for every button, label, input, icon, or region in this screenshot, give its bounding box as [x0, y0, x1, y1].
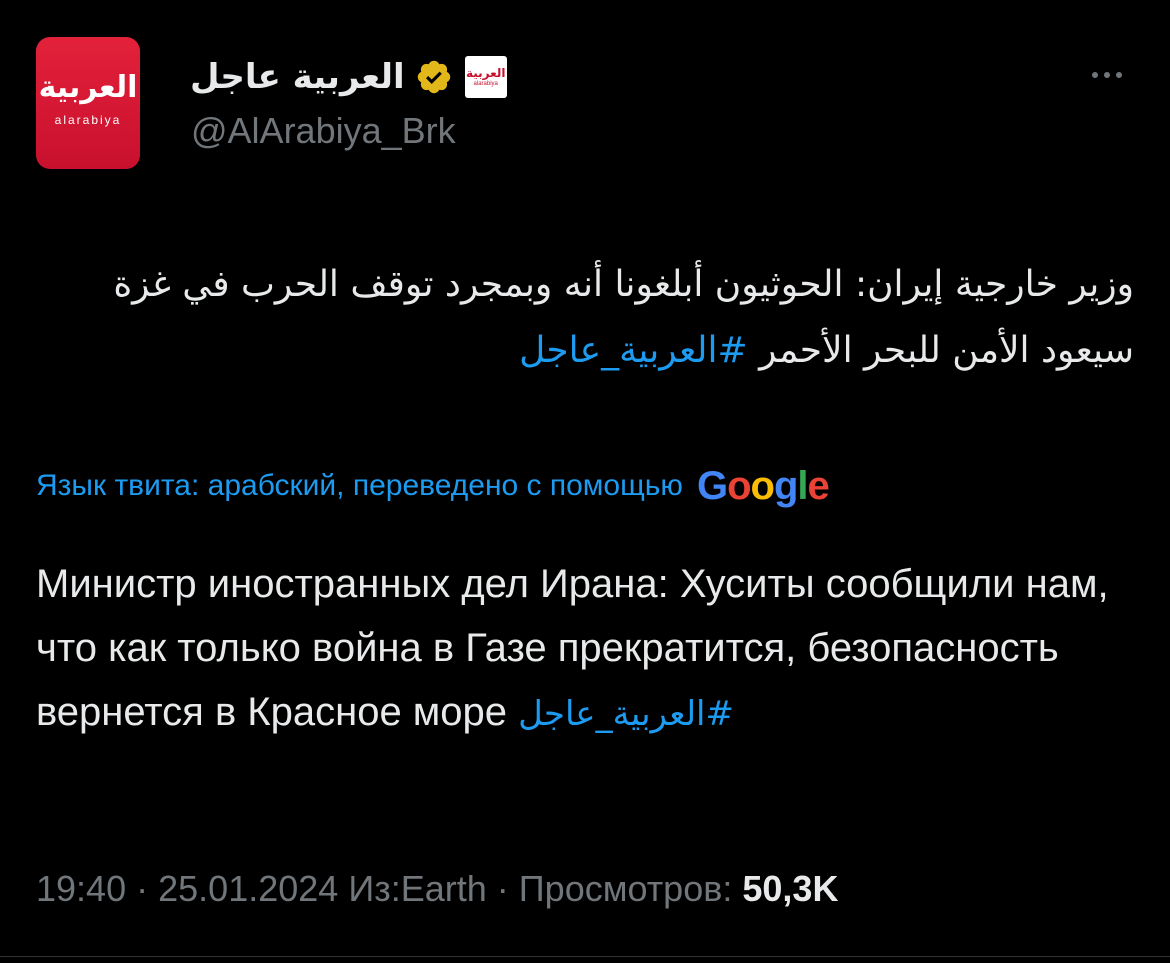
more-dot: [1092, 72, 1098, 78]
meta-separator: ·: [496, 868, 509, 909]
author-avatar[interactable]: العربية alarabiya: [36, 37, 140, 169]
affiliate-logo-latin: alarabiya: [473, 81, 498, 87]
tweet-text-original: وزير خارجية إيران: الحوثيون أبلغونا أنه …: [36, 252, 1134, 384]
affiliate-logo-arabic: العربية: [465, 66, 506, 80]
tweet-text-translated: Министр иностранных дел Ирана: Хуситы со…: [36, 552, 1136, 746]
translation-notice-text: Язык твита: арабский, переведено с помощ…: [36, 469, 683, 502]
author-handle[interactable]: @AlArabiya_Brk: [191, 110, 456, 152]
tweet-time[interactable]: 19:40: [36, 868, 126, 909]
tweet-meta: 19:40 · 25.01.2024 Из:Earth · Просмотров…: [36, 868, 838, 910]
translated-hashtag-link[interactable]: #العربية_عاجل: [518, 694, 734, 734]
divider: [0, 956, 1170, 957]
google-logo: Google: [696, 464, 830, 508]
avatar-logo-arabic: العربية: [38, 70, 138, 105]
meta-separator: ·: [136, 868, 149, 909]
hashtag-link[interactable]: #العربية_عاجل: [519, 330, 748, 371]
avatar-logo-latin: alarabiya: [54, 113, 122, 127]
tweet-date[interactable]: 25.01.2024: [158, 868, 338, 909]
more-dot: [1104, 72, 1110, 78]
views-count[interactable]: 50,3K: [742, 868, 838, 909]
more-dot: [1116, 72, 1122, 78]
more-options-icon[interactable]: [1082, 60, 1132, 90]
tweet-source: Из:Earth: [348, 868, 487, 909]
author-name-row[interactable]: العربية عاجل العربية alarabiya: [190, 52, 507, 102]
affiliate-badge-logo[interactable]: العربية alarabiya: [464, 56, 507, 98]
views-label: Просмотров:: [518, 868, 733, 909]
author-display-name[interactable]: العربية عاجل: [190, 57, 405, 97]
verified-badge-icon[interactable]: [415, 58, 453, 96]
translation-notice[interactable]: Язык твита: арабский, переведено с помощ…: [36, 462, 830, 510]
